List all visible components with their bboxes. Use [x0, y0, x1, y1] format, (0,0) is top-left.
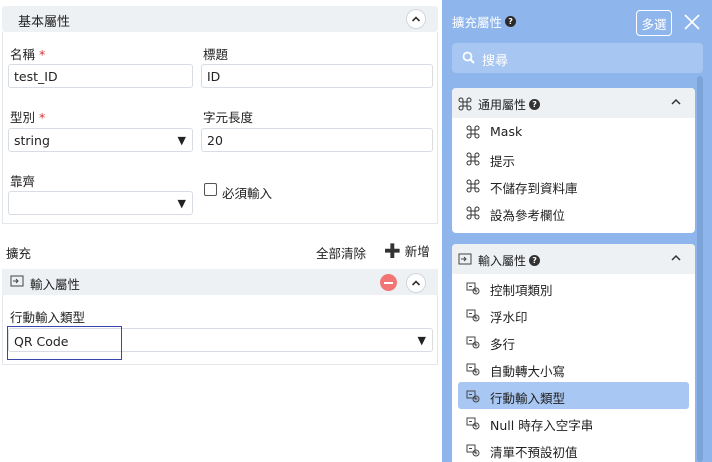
dropdown-arrow-icon: ▼ — [177, 134, 186, 147]
command-icon — [466, 125, 480, 139]
type-select-value: string — [14, 133, 50, 148]
panel-item-label: 行動輸入類型 — [490, 391, 566, 406]
command-icon — [466, 179, 480, 193]
input-properties-group: 輸入屬性? 控制項類別 浮水印 多行 自動轉大小寫 行動輸入類型 Null 時存… — [452, 244, 695, 462]
scrollbar[interactable] — [697, 76, 703, 462]
input-edit-icon — [466, 444, 480, 457]
chevron-up-icon[interactable] — [671, 254, 681, 262]
multi-select-button[interactable]: 多選 — [636, 10, 672, 36]
panel-item-no-save[interactable]: 不儲存到資料庫 — [452, 172, 695, 199]
required-checkbox[interactable] — [204, 183, 217, 196]
panel-item-auto-case[interactable]: 自動轉大小寫 — [452, 355, 695, 382]
input-edit-icon — [466, 282, 480, 295]
plus-icon: ✚ — [384, 238, 401, 263]
property-editor: 基本屬性 名稱 * test_ID 標題 ID 型別 * string ▼ 字元… — [0, 0, 440, 462]
title-field[interactable]: ID — [201, 64, 433, 88]
input-group-title: 輸入屬性? — [478, 252, 541, 269]
input-section-header[interactable]: 輸入屬性 — [2, 269, 438, 295]
search-icon — [462, 51, 475, 64]
title-label: 標題 — [203, 47, 229, 62]
mobile-type-label: 行動輸入類型 — [10, 310, 86, 325]
basic-section-header[interactable]: 基本屬性 — [2, 6, 438, 32]
panel-item-label: Mask — [490, 124, 523, 139]
chevron-up-icon — [411, 16, 421, 22]
minus-icon — [384, 281, 393, 284]
type-label: 型別 * — [10, 110, 46, 125]
add-new-label: 新增 — [404, 244, 430, 259]
dropdown-arrow-icon: ▼ — [417, 334, 426, 347]
help-icon[interactable]: ? — [529, 255, 541, 266]
help-icon[interactable]: ? — [529, 99, 541, 110]
dropdown-arrow-icon: ▼ — [177, 197, 186, 210]
length-field[interactable]: 20 — [201, 128, 433, 152]
general-group-title: 通用屬性? — [478, 96, 541, 113]
general-properties-group: 通用屬性? Mask 提示 不儲存到資料庫 設為參考欄位 — [452, 88, 695, 233]
panel-item-control-type[interactable]: 控制項類別 — [452, 274, 695, 301]
input-icon — [10, 275, 24, 291]
collapse-input-button[interactable] — [406, 273, 426, 293]
input-group-header[interactable]: 輸入屬性? — [452, 244, 695, 274]
panel-title: 擴充屬性 ? — [452, 12, 517, 31]
panel-item-label: 多行 — [490, 337, 516, 352]
add-new-button[interactable]: ✚ 新增 — [384, 238, 430, 263]
remove-section-button[interactable] — [380, 274, 397, 291]
panel-item-label: Null 時存入空字串 — [490, 418, 594, 433]
input-edit-icon — [466, 417, 480, 430]
command-icon — [466, 152, 480, 166]
extension-label: 擴充 — [6, 246, 32, 261]
close-icon[interactable] — [682, 12, 702, 32]
panel-item-mask[interactable]: Mask — [452, 118, 695, 145]
align-select[interactable]: ▼ — [8, 191, 193, 215]
chevron-up-icon[interactable] — [671, 98, 681, 106]
name-label: 名稱 * — [10, 47, 46, 62]
panel-item-label: 設為參考欄位 — [490, 208, 566, 223]
name-field[interactable]: test_ID — [8, 64, 193, 88]
search-input[interactable]: 搜尋 — [452, 43, 703, 73]
clear-all-button[interactable]: 全部清除 — [316, 243, 366, 262]
panel-item-label: 提示 — [490, 154, 516, 169]
extension-panel: 擴充屬性 ? 多選 搜尋 通用屬性? Mask 提示 不儲存到資料庫 設為參考欄… — [442, 0, 712, 462]
panel-item-label: 控制項類別 — [490, 283, 553, 298]
input-edit-icon — [466, 363, 480, 376]
panel-item-multiline[interactable]: 多行 — [452, 328, 695, 355]
panel-item-watermark[interactable]: 浮水印 — [452, 301, 695, 328]
input-section-title: 輸入屬性 — [30, 277, 81, 292]
required-label: 必須輸入 — [222, 186, 273, 201]
panel-item-null-empty[interactable]: Null 時存入空字串 — [452, 409, 695, 436]
panel-item-label: 自動轉大小寫 — [490, 364, 566, 379]
focus-outline — [7, 326, 122, 360]
panel-item-mobile-type[interactable]: 行動輸入類型 — [458, 382, 689, 409]
panel-item-reference[interactable]: 設為參考欄位 — [452, 199, 695, 226]
search-placeholder: 搜尋 — [482, 54, 509, 69]
chevron-up-icon — [411, 280, 421, 286]
help-icon[interactable]: ? — [505, 16, 517, 27]
panel-item-label: 清單不預設初值 — [490, 445, 578, 460]
input-edit-icon — [466, 390, 480, 403]
panel-item-label: 不儲存到資料庫 — [490, 181, 578, 196]
panel-title-text: 擴充屬性 — [452, 15, 503, 30]
input-edit-icon — [466, 336, 480, 349]
command-icon — [466, 206, 480, 220]
general-group-header[interactable]: 通用屬性? — [452, 88, 695, 118]
panel-item-label: 浮水印 — [490, 310, 528, 325]
collapse-basic-button[interactable] — [406, 9, 426, 29]
input-edit-icon — [466, 309, 480, 322]
align-label: 靠齊 — [10, 174, 36, 189]
type-select[interactable]: string ▼ — [8, 128, 193, 152]
panel-item-hint[interactable]: 提示 — [452, 145, 695, 172]
basic-section-title: 基本屬性 — [18, 15, 71, 30]
panel-item-no-default[interactable]: 清單不預設初值 — [452, 436, 695, 462]
input-icon — [458, 253, 472, 265]
command-icon — [458, 97, 472, 111]
length-label: 字元長度 — [203, 110, 254, 125]
